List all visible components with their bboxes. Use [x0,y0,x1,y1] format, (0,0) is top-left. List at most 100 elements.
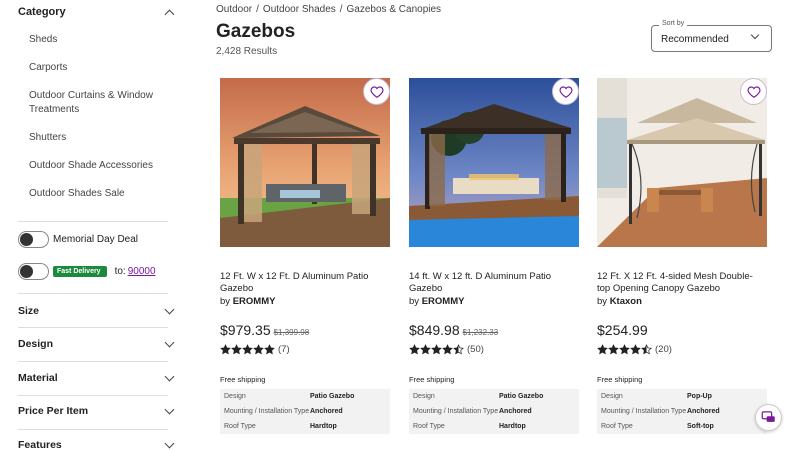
star-icon [641,344,652,355]
facet-label: Size [18,305,40,317]
spec-row: Mounting / Installation Type Anchored [409,404,579,419]
product-rating[interactable]: (7) [220,344,290,355]
gazebo-photo-dusk-pool [409,78,579,247]
product-card: 12 Ft. X 12 Ft. 4-sided Mesh Double-top … [597,78,767,450]
spec-value: Anchored [687,408,720,415]
breadcrumb-outdoor[interactable]: Outdoor [216,4,252,15]
product-card: 14 ft. W x 12 ft. D Aluminum Patio Gazeb… [409,78,579,450]
star-rating [409,344,464,355]
category-item-shades-sale[interactable]: Outdoor Shades Sale [29,187,169,201]
current-price: $979.35 [220,322,271,338]
category-item-shutters[interactable]: Shutters [29,131,169,145]
spec-value: Anchored [310,408,343,415]
review-count: (7) [278,344,290,355]
facet-label: Features [18,439,62,450]
brand-name[interactable]: Ktaxon [610,296,642,307]
chevron-down-icon [750,30,760,40]
current-price: $849.98 [409,322,460,338]
fast-delivery-badge: Fast Delivery [53,266,107,277]
divider [18,361,168,362]
brand-name[interactable]: EROMMY [233,296,276,307]
spec-key: Mounting / Installation Type [413,408,499,415]
shipping-info: Free shipping [597,375,643,384]
spec-key: Mounting / Installation Type [224,408,310,415]
breadcrumb: Outdoor / Outdoor Shades / Gazebos & Can… [216,4,441,15]
spec-row: Roof Type Hardtop [409,419,579,434]
spec-key: Design [224,393,246,400]
memorial-day-toggle[interactable] [18,231,49,248]
spec-key: Roof Type [601,423,633,430]
category-title: Category [18,6,66,18]
star-rating [597,344,652,355]
breadcrumb-gazebos-canopies[interactable]: Gazebos & Canopies [347,4,442,15]
star-icon [431,344,442,355]
product-name[interactable]: 12 Ft. W x 12 Ft. D Aluminum Patio Gazeb… [220,271,380,294]
fast-delivery-toggle[interactable] [18,263,49,280]
category-item-outdoor-curtains[interactable]: Outdoor Curtains & Window Treatments [29,89,169,117]
facet-price-per-item[interactable]: Price Per Item [18,404,175,417]
zip-code-link[interactable]: 90000 [128,266,156,277]
product-rating[interactable]: (50) [409,344,484,355]
by-label: by [409,296,420,307]
star-icon [630,344,641,355]
facet-features[interactable]: Features [18,438,175,450]
chat-icon [761,411,775,422]
brand-name[interactable]: EROMMY [422,296,465,307]
spec-row: Design Pop-Up [597,389,767,404]
star-icon [453,344,464,355]
favorite-button[interactable] [363,78,390,105]
category-item-carports[interactable]: Carports [29,61,169,75]
star-icon [608,344,619,355]
star-rating [220,344,275,355]
spec-key: Mounting / Installation Type [601,408,687,415]
product-rating[interactable]: (20) [597,344,672,355]
facet-size[interactable]: Size [18,304,175,317]
sort-dropdown[interactable]: Sort by Recommended [651,20,772,52]
product-brand: by Ktaxon [597,296,642,307]
spec-value: Pop-Up [687,393,712,400]
category-filter-header[interactable]: Category [18,6,175,19]
star-icon [442,344,453,355]
spec-row: Design Patio Gazebo [409,389,579,404]
review-count: (20) [655,344,672,355]
facet-label: Material [18,372,58,384]
chevron-down-icon [164,337,175,348]
spec-value: Patio Gazebo [499,393,544,400]
canopy-photo-deck [597,78,767,247]
product-name[interactable]: 12 Ft. X 12 Ft. 4-sided Mesh Double-top … [597,271,757,294]
filter-sidebar: Category Sheds Carports Outdoor Curtains… [0,0,185,450]
favorite-button[interactable] [552,78,579,105]
spec-table: Design Patio Gazebo Mounting / Installati… [409,389,579,434]
heart-icon [747,85,760,98]
chat-button[interactable] [755,404,782,431]
chevron-down-icon [164,404,175,415]
spec-table: Design Pop-Up Mounting / Installation Typ… [597,389,767,434]
page-title: Gazebos [216,21,296,42]
zip-prefix: to: [114,266,126,277]
memorial-day-toggle-row: Memorial Day Deal [18,231,138,248]
memorial-day-label: Memorial Day Deal [53,234,139,245]
product-price: $979.35 $1,399.98 [220,322,309,338]
facet-design[interactable]: Design [18,337,175,350]
facet-material[interactable]: Material [18,371,175,384]
product-image[interactable] [597,78,767,247]
product-image[interactable] [409,78,579,247]
review-count: (50) [467,344,484,355]
product-name[interactable]: 14 ft. W x 12 ft. D Aluminum Patio Gazeb… [409,271,569,294]
spec-key: Roof Type [413,423,445,430]
gazebo-photo-sunset [220,78,390,247]
chevron-down-icon [164,371,175,382]
spec-value: Soft-top [687,423,714,430]
category-item-shade-accessories[interactable]: Outdoor Shade Accessories [29,159,169,173]
favorite-button[interactable] [740,78,767,105]
breadcrumb-outdoor-shades[interactable]: Outdoor Shades [263,4,336,15]
chevron-up-icon [164,9,175,19]
star-icon [231,344,242,355]
current-price: $254.99 [597,322,648,338]
original-price: $1,232.33 [462,328,499,337]
category-item-sheds[interactable]: Sheds [29,33,169,47]
spec-value: Anchored [499,408,532,415]
shipping-info: Free shipping [409,375,455,384]
product-image[interactable] [220,78,390,247]
spec-row: Mounting / Installation Type Anchored [597,404,767,419]
